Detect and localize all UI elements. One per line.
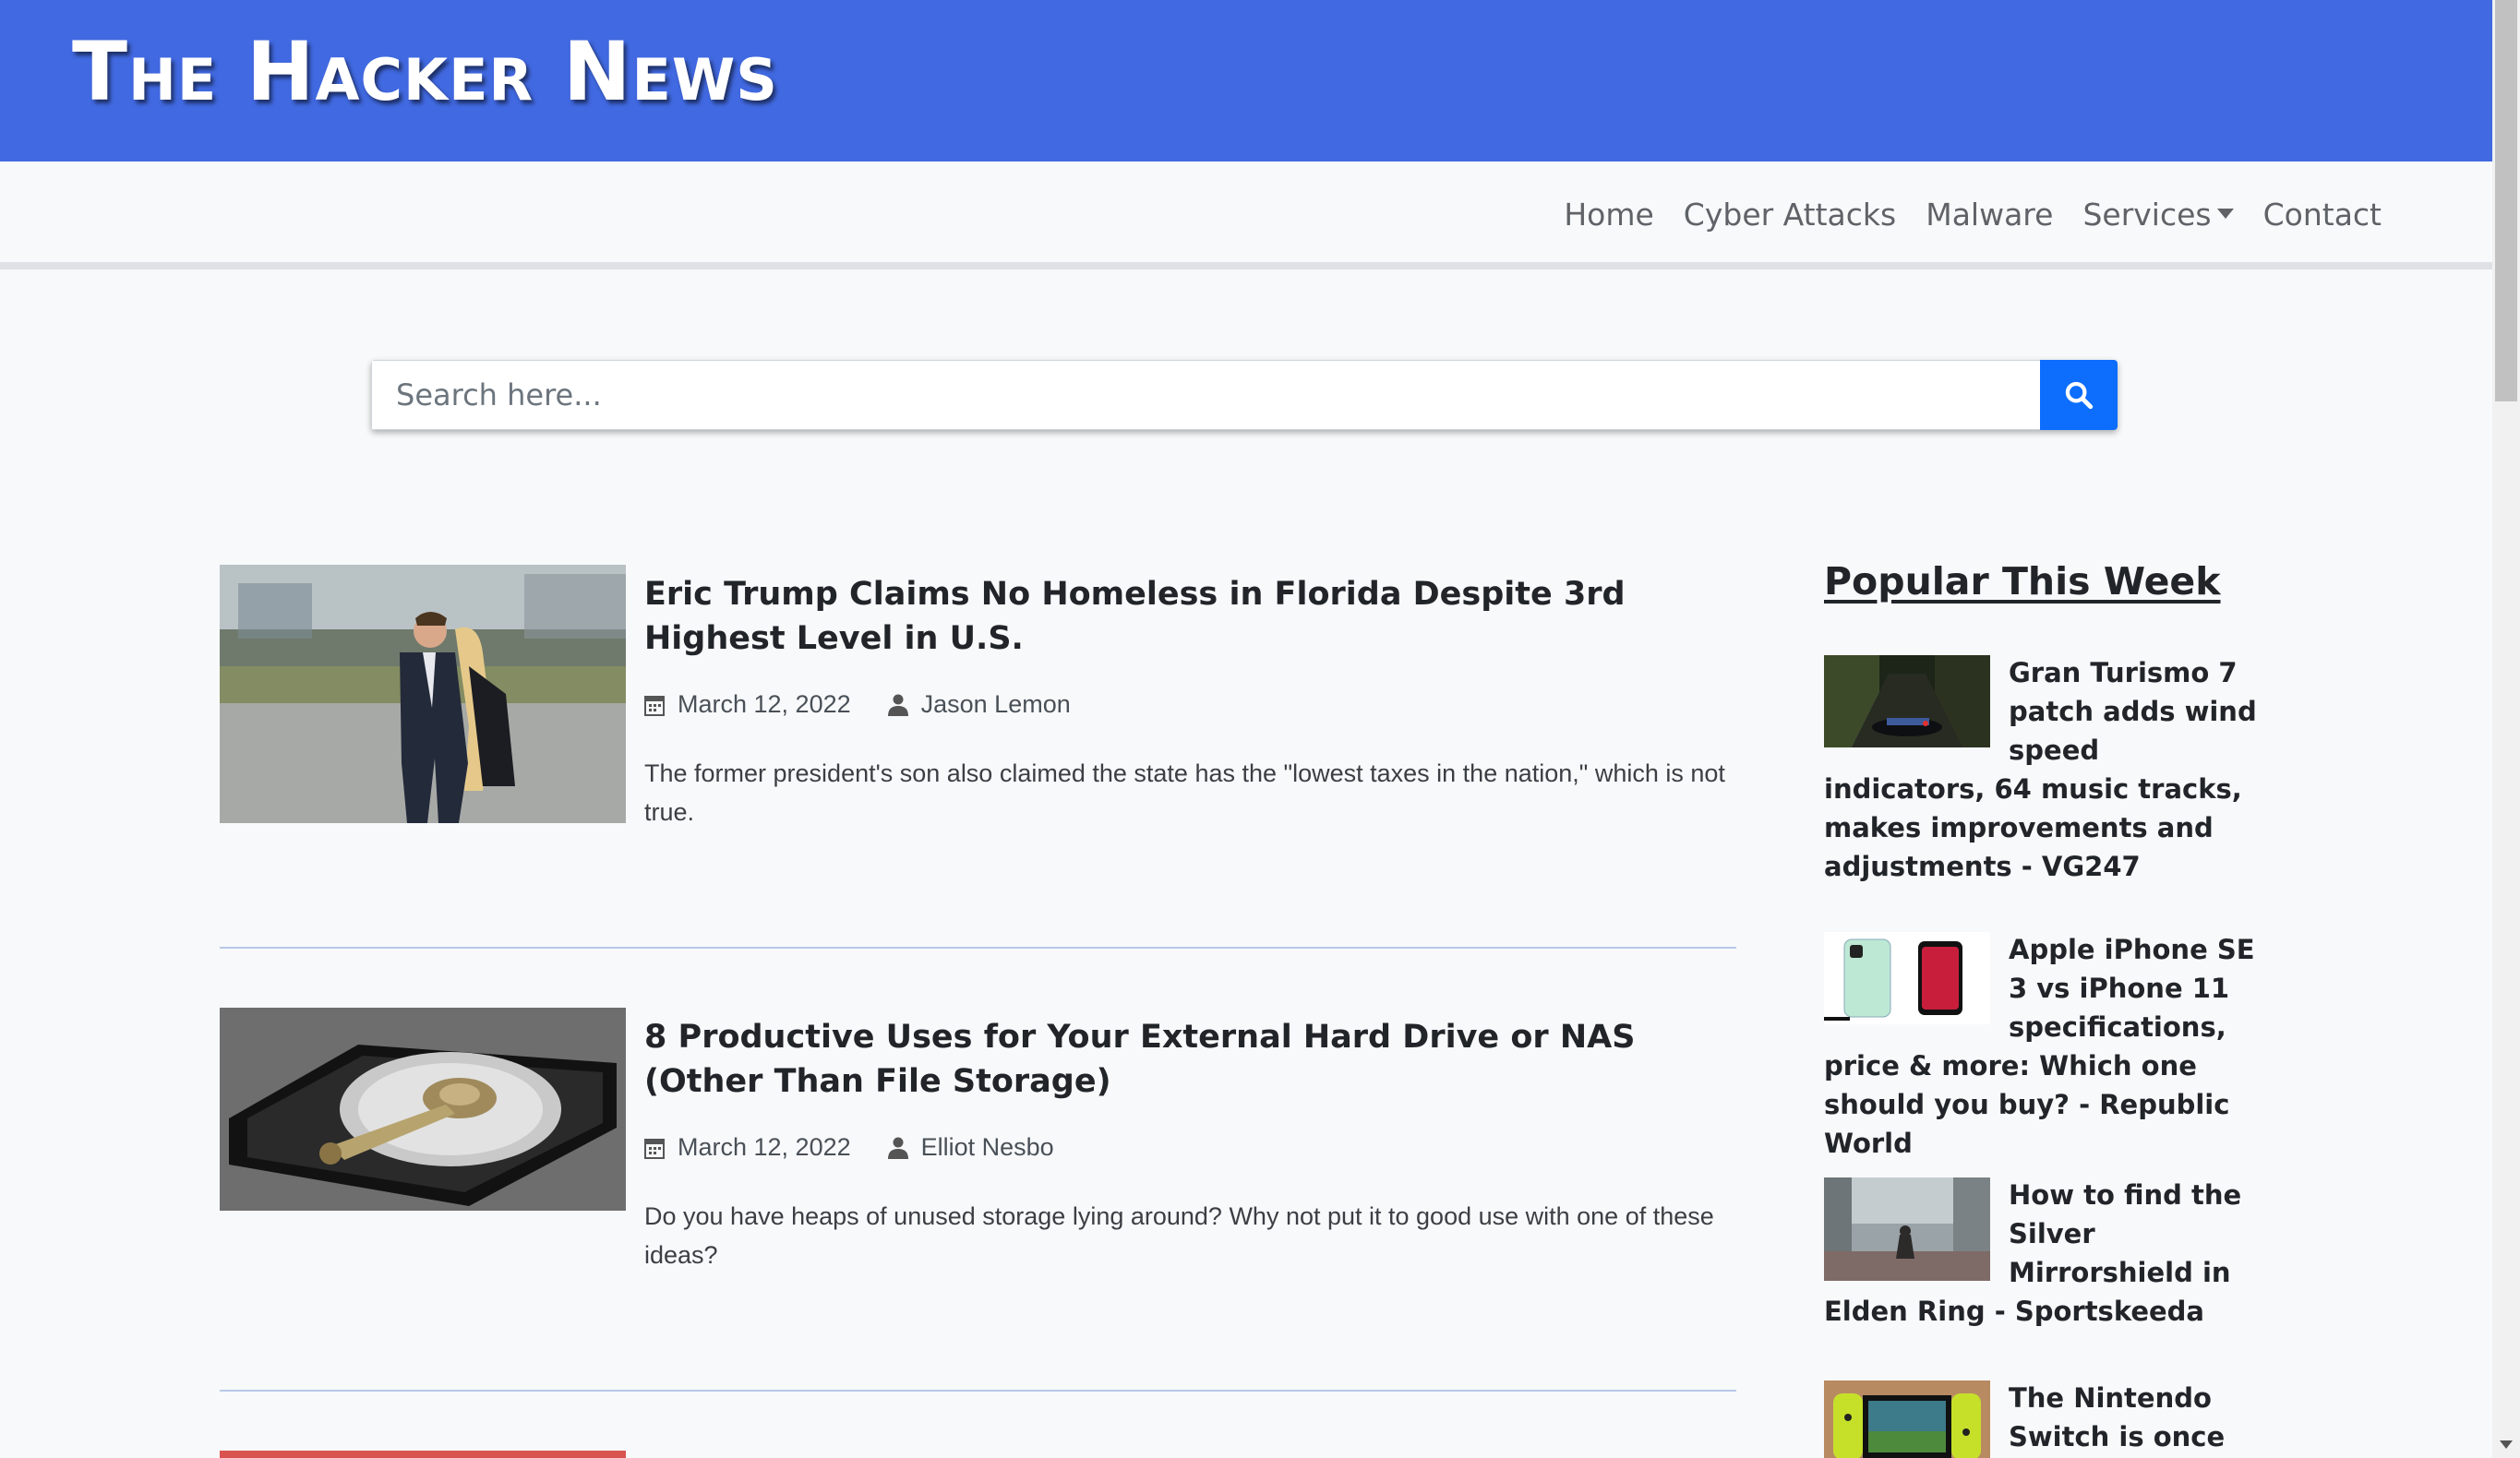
nav-services-label: Services [2082,197,2212,233]
popular-thumbnail [1824,655,1990,747]
site-logo[interactable]: The Hacker News [72,26,778,118]
article-card: 8 Productive Uses for Your External Hard… [220,1008,1736,1269]
popular-thumbnail [1824,932,1990,1024]
article-author[interactable]: Elliot Nesbo [921,1133,1054,1162]
nav-services-dropdown[interactable]: Services [2082,189,2234,241]
popular-thumbnail [1824,1380,1990,1458]
article-divider [220,947,1736,949]
article-thumbnail[interactable] [220,565,626,823]
popular-item[interactable]: Apple iPhone SE 3 vs iPhone 11 specifica… [1824,930,2267,1163]
popular-title: The Nintendo Switch is once [2009,1382,2226,1452]
search-icon [2065,381,2094,410]
sidebar-title: Popular This Week [1824,559,2221,604]
article-title[interactable]: 8 Productive Uses for Your External Hard… [644,1015,1736,1104]
page-scrollbar[interactable] [2492,0,2520,1458]
popular-item[interactable]: Gran Turismo 7 patch adds wind speed ind… [1824,653,2267,886]
nav-menu: Home Cyber Attacks Malware Services Cont… [1564,189,2382,241]
nav-malware[interactable]: Malware [1926,189,2053,241]
search-bar [371,360,2118,430]
nav-cyber-attacks[interactable]: Cyber Attacks [1684,189,1896,241]
scrollbar-thumb[interactable] [2495,0,2517,401]
article-meta: March 12, 2022 Jason Lemon [644,690,1071,719]
article-date: March 12, 2022 [678,1133,851,1161]
popular-item[interactable]: How to find the Silver Mirrorshield in E… [1824,1176,2267,1331]
popular-thumbnail [1824,1177,1990,1281]
user-icon [887,694,908,716]
article-date: March 12, 2022 [678,690,851,718]
article-thumbnail[interactable] [220,1451,626,1458]
article-thumbnail[interactable] [220,1008,626,1211]
article-card: Eric Trump Claims No Homeless in Florida… [220,565,1736,826]
article-title[interactable]: Eric Trump Claims No Homeless in Florida… [644,572,1736,661]
main-navbar: Home Cyber Attacks Malware Services Cont… [0,161,2492,269]
caret-down-icon [2216,209,2234,219]
nav-home[interactable]: Home [1564,189,1653,241]
popular-item[interactable]: The Nintendo Switch is once [1824,1379,2267,1458]
calendar-icon [644,694,665,716]
popular-sidebar: Popular This Week Gran Turismo 7 patch a… [1824,554,2267,1458]
article-meta: March 12, 2022 Elliot Nesbo [644,1133,1054,1162]
calendar-icon [644,1137,665,1159]
article-author[interactable]: Jason Lemon [921,690,1071,719]
search-button[interactable] [2040,360,2118,430]
search-input[interactable] [371,360,2040,430]
scroll-down-arrow-icon[interactable] [2500,1440,2513,1449]
site-header: The Hacker News [0,0,2492,161]
nav-contact[interactable]: Contact [2263,189,2382,241]
user-icon [887,1137,908,1159]
article-divider [220,1390,1736,1392]
article-excerpt: The former president's son also claimed … [644,759,1725,826]
article-excerpt: Do you have heaps of unused storage lyin… [644,1202,1714,1269]
